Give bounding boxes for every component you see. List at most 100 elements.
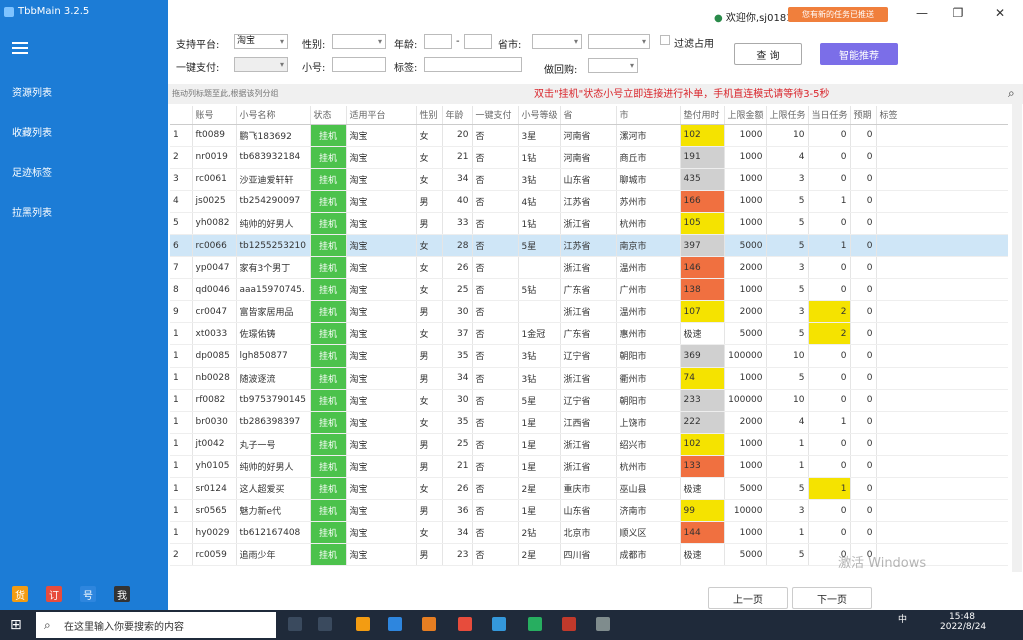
table-cell: 山东省 [560, 168, 617, 191]
table-cell: 369 [680, 344, 725, 368]
gender-select[interactable] [332, 34, 386, 49]
table-row[interactable]: 4 js0025 tb254290097 挂机 淘宝男 40 否 4钻 江苏省 苏州市 166 100… [170, 190, 1008, 213]
app-icon-1[interactable] [318, 617, 332, 631]
app-title-text: TbbMain 3.2.5 [18, 6, 90, 17]
column-header[interactable]: 小号等级 [518, 106, 561, 125]
table-row[interactable]: 1 hy0029 tb612167408 挂机 淘宝女 34 否 2钻 北京市 顺义区 144 100… [170, 521, 1008, 545]
table-row[interactable]: 1 dp0085 lgh850877 挂机 淘宝男 35 否 3钻 辽宁省 朝阳市 369 10000… [170, 344, 1008, 368]
pay-select[interactable] [234, 57, 288, 72]
table-cell: 商丘市 [616, 146, 681, 169]
column-header[interactable]: 一键支付 [472, 106, 519, 125]
column-header[interactable]: 上限任务 [766, 106, 809, 125]
order-icon[interactable]: 订 [46, 586, 62, 602]
city-select[interactable] [588, 34, 650, 49]
column-header[interactable]: 当日任务 [808, 106, 851, 125]
search-icon[interactable]: ⌕ [1008, 86, 1015, 101]
sidebar-item-footprint[interactable]: 足迹标签 [12, 164, 52, 179]
minimize-icon[interactable]: — [912, 6, 932, 20]
table-cell: 江苏省 [560, 190, 617, 213]
table-cell: 女 [416, 168, 443, 191]
column-header[interactable]: 性别 [416, 106, 443, 125]
close-icon[interactable]: ✕ [990, 6, 1010, 20]
column-header[interactable]: 年龄 [442, 106, 473, 125]
table-row[interactable]: 1 xt0033 佐璟佑铸 挂机 淘宝女 37 否 1金冠 广东省 惠州市 极速 5000 5 2 0 [170, 322, 1008, 346]
query-button[interactable]: 查 询 [734, 43, 802, 65]
age-min-input[interactable] [424, 34, 452, 49]
table-cell: 0 [850, 455, 877, 479]
account-input[interactable] [332, 57, 386, 72]
app-icon-3[interactable] [388, 617, 402, 631]
notice-badge[interactable]: 您有新的任务已推送 [788, 7, 888, 22]
column-header[interactable]: 状态 [310, 106, 347, 125]
column-header[interactable]: 预期 [850, 106, 877, 125]
column-header[interactable] [170, 106, 193, 125]
next-page-button[interactable]: 下一页 [792, 587, 872, 609]
column-header[interactable]: 标签 [876, 106, 1008, 125]
table-row[interactable]: 7 yp0047 家有3个男丁 挂机 淘宝女 26 否浙江省 温州市 146 2000 3 0 0 [170, 256, 1008, 280]
app-icon-2[interactable] [356, 617, 370, 631]
table-cell: 否 [472, 146, 519, 169]
table-row[interactable]: 2 nr0019 tb683932184 挂机 淘宝女 21 否 1钻 河南省 商丘市 191 100… [170, 146, 1008, 169]
table-row[interactable]: 5 yh0082 纯帅的好男人 挂机 淘宝男 33 否 1钻 浙江省 杭州市 105 1000 5 0 0 [170, 212, 1008, 235]
app-icon-6[interactable] [492, 617, 506, 631]
table-cell: 否 [472, 168, 519, 191]
column-header[interactable]: 适用平台 [346, 106, 417, 125]
table-row[interactable]: 1 yh0105 纯帅的好男人 挂机 淘宝男 21 否 1星 浙江省 杭州市 133 1000 1 0 0 [170, 455, 1008, 479]
smart-recommend-button[interactable]: 智能推荐 [820, 43, 898, 65]
table-cell: 淘宝 [346, 168, 417, 191]
table-cell: 7 [170, 256, 193, 280]
table-row[interactable]: 6 rc0066 tb1255253210 挂机 淘宝女 28 否 5星 江苏省 南京市 397 50… [170, 234, 1008, 258]
task-view-icon[interactable] [288, 617, 302, 631]
wechat-icon[interactable] [528, 617, 542, 631]
table-cell: 26 [442, 477, 473, 501]
table-cell [876, 389, 1008, 412]
table-cell: 2000 [724, 300, 767, 324]
age-max-input[interactable] [464, 34, 492, 49]
table-row[interactable]: 1 nb0028 随波逐流 挂机 淘宝男 34 否 3钻 浙江省 衢州市 74 1000 5 0 0 [170, 367, 1008, 390]
column-header[interactable]: 上限金额 [724, 106, 767, 125]
ime-indicator[interactable]: 中 [898, 612, 907, 625]
table-cell: nb0028 [192, 367, 237, 390]
repurchase-select[interactable] [588, 58, 638, 73]
windows-start-icon[interactable]: ⊞ [10, 617, 22, 633]
sidebar-item-favorites[interactable]: 收藏列表 [12, 124, 52, 139]
app-icon-4[interactable] [422, 617, 436, 631]
table-row[interactable]: 8 qd0046 aaa15970745. 挂机 淘宝女 25 否 5钻 广东省 广州市 138 10… [170, 278, 1008, 302]
table-cell: 挂机 [310, 234, 347, 258]
app-icon-7[interactable] [596, 617, 610, 631]
table-row[interactable]: 3 rc0061 沙亚迪爱轩轩 挂机 淘宝女 34 否 3钻 山东省 聊城市 435 1000 3 0 0 [170, 168, 1008, 191]
table-row[interactable]: 1 jt0042 丸子一号 挂机 淘宝男 25 否 1星 浙江省 绍兴市 102 1000 1 0 0 [170, 433, 1008, 456]
table-row[interactable]: 1 br0030 tb286398397 挂机 淘宝女 35 否 1星 江西省 上饶市 222 200… [170, 411, 1008, 434]
column-header[interactable]: 省 [560, 106, 617, 125]
table-cell: 5 [766, 234, 809, 258]
me-icon[interactable]: 我 [114, 586, 130, 602]
column-header[interactable]: 小号名称 [236, 106, 311, 125]
account-icon[interactable]: 号 [80, 586, 96, 602]
column-header[interactable]: 账号 [192, 106, 237, 125]
chrome-icon[interactable] [562, 617, 576, 631]
tag-input[interactable] [424, 57, 522, 72]
table-row[interactable]: 9 cr0047 富皆家居用品 挂机 淘宝男 30 否 浙江省 温州市 107 2000 3 2 0 [170, 300, 1008, 324]
sidebar-item-blacklist[interactable]: 拉黑列表 [12, 204, 52, 219]
goods-icon[interactable]: 货 [12, 586, 28, 602]
restore-icon[interactable]: ❐ [948, 6, 968, 20]
table-cell: 0 [808, 212, 851, 235]
prev-page-button[interactable]: 上一页 [708, 587, 788, 609]
table-row[interactable]: 1 ft0089 鹏飞183692 挂机 淘宝女 20 否 3星 河南省 漯河市 102 1000 10… [170, 124, 1008, 147]
column-header[interactable]: 垫付用时 [680, 106, 725, 125]
filter-occupied-checkbox[interactable] [660, 35, 670, 45]
app-icon-5[interactable] [458, 617, 472, 631]
column-header[interactable]: 市 [616, 106, 681, 125]
province-select[interactable] [532, 34, 582, 49]
hamburger-menu-icon[interactable] [12, 42, 28, 54]
sidebar-item-resources[interactable]: 资源列表 [12, 84, 52, 99]
table-row[interactable]: 1 sr0124 这人超爱买 挂机 淘宝女 26 否 2星 重庆市 巫山县 极速 5000 5 1 0 [170, 477, 1008, 501]
table-row[interactable]: 1 rf0082 tb9753790145 挂机 淘宝女 30 否 5星 辽宁省 朝阳市 233 10… [170, 389, 1008, 412]
table-row[interactable]: 1 sr0565 魅力新e代 挂机 淘宝男 36 否 1星 山东省 济南市 99 10000 3 0 0 [170, 499, 1008, 523]
platform-select[interactable]: 淘宝 [234, 34, 288, 49]
table-cell: 30 [442, 300, 473, 324]
vertical-scrollbar[interactable] [1012, 104, 1022, 572]
taskbar-search-input[interactable]: 在这里输入你要搜索的内容 [36, 612, 276, 638]
table-cell: 0 [808, 389, 851, 412]
clock[interactable]: 15:48 2022/8/24 [940, 612, 986, 632]
